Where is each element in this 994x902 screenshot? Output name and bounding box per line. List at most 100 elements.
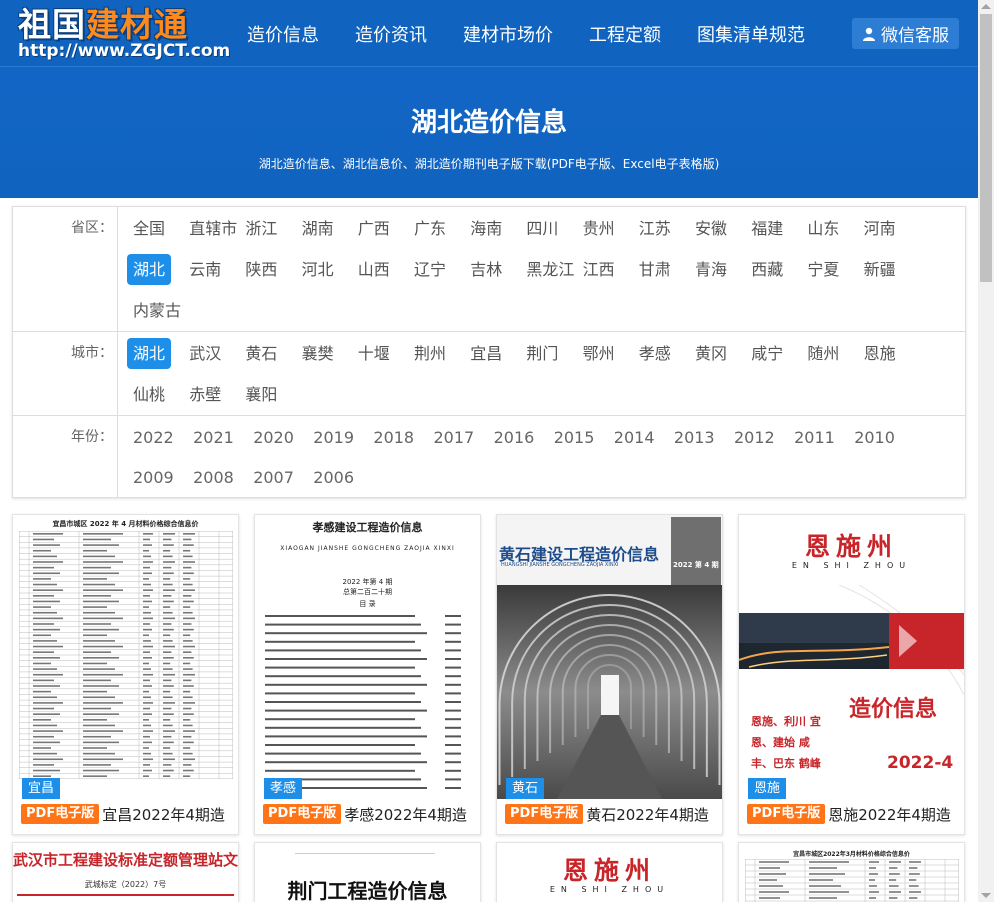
- province-option-6[interactable]: 海南: [464, 213, 508, 244]
- logo-url: http://www.ZGJCT.com: [18, 41, 231, 61]
- publication-card-jingmen[interactable]: 荆门工程造价信息: [254, 842, 481, 902]
- province-option-21[interactable]: 黑龙江: [520, 254, 580, 285]
- city-option-15[interactable]: 赤壁: [183, 379, 227, 410]
- scrollbar-thumb[interactable]: [980, 14, 992, 282]
- site-logo[interactable]: 祖国建材通 http://www.ZGJCT.com: [18, 6, 231, 62]
- cover-thumbnail[interactable]: 黄石建设工程造价信息 HUANGSHI JIANSHE GONGCHENG ZA…: [497, 515, 722, 799]
- card-title[interactable]: 恩施2022年4期造: [828, 804, 951, 825]
- province-option-8[interactable]: 贵州: [577, 213, 621, 244]
- province-option-1[interactable]: 直辖市: [183, 213, 243, 244]
- year-option-1[interactable]: 2021: [187, 422, 240, 453]
- province-option-24[interactable]: 青海: [689, 254, 733, 285]
- nav-item-cost-news[interactable]: 造价资讯: [355, 21, 427, 47]
- year-option-5[interactable]: 2017: [428, 422, 481, 453]
- city-option-4[interactable]: 十堰: [352, 338, 396, 369]
- city-option-1[interactable]: 武汉: [183, 338, 227, 369]
- arcade-corridor-image: [497, 585, 722, 799]
- card-title[interactable]: 黄石2022年4期造: [586, 804, 709, 825]
- year-option-13[interactable]: 2009: [127, 462, 180, 493]
- year-option-0[interactable]: 2022: [127, 422, 180, 453]
- province-option-22[interactable]: 江西: [577, 254, 621, 285]
- province-option-7[interactable]: 四川: [520, 213, 564, 244]
- province-option-0[interactable]: 全国: [127, 213, 171, 244]
- doc-subtitle: 武城标定（2022）7号: [84, 880, 167, 889]
- province-option-10[interactable]: 安徽: [689, 213, 733, 244]
- year-option-16[interactable]: 2006: [307, 462, 360, 493]
- province-option-14[interactable]: 湖北: [127, 254, 172, 285]
- card-caption[interactable]: PDF电子版 孝感2022年4期造: [263, 803, 479, 825]
- year-option-2[interactable]: 2020: [247, 422, 300, 453]
- nav-item-atlas[interactable]: 图集清单规范: [697, 21, 805, 47]
- publication-card-enshi[interactable]: 恩施州 EN SHI ZHOU 造价信息 恩施、利川 宜恩、建始 咸丰、巴东 鹤…: [738, 514, 965, 835]
- year-option-15[interactable]: 2007: [247, 462, 300, 493]
- province-option-27[interactable]: 新疆: [858, 254, 902, 285]
- page-subtitle: 湖北造价信息、湖北信息价、湖北造价期刊电子版下载(PDF电子版、Excel电子表…: [258, 157, 720, 171]
- nav-item-cost-info[interactable]: 造价信息: [247, 21, 319, 47]
- province-option-28[interactable]: 内蒙古: [127, 295, 187, 326]
- year-option-8[interactable]: 2014: [608, 422, 661, 453]
- page: 祖国建材通 http://www.ZGJCT.com 造价信息 造价资讯 建材市…: [0, 0, 978, 902]
- province-option-3[interactable]: 湖南: [296, 213, 340, 244]
- province-option-5[interactable]: 广东: [408, 213, 452, 244]
- province-option-4[interactable]: 广西: [352, 213, 396, 244]
- city-option-8[interactable]: 鄂州: [577, 338, 621, 369]
- year-option-3[interactable]: 2019: [307, 422, 360, 453]
- publication-card-wuhan[interactable]: 武汉市工程建设标准定额管理站文件 武城标定（2022）7号: [12, 842, 239, 902]
- city-option-2[interactable]: 黄石: [239, 338, 283, 369]
- city-option-14[interactable]: 仙桃: [127, 379, 171, 410]
- scroll-down-arrow-icon[interactable]: [981, 893, 991, 898]
- city-option-3[interactable]: 襄樊: [296, 338, 340, 369]
- city-option-13[interactable]: 恩施: [858, 338, 902, 369]
- province-option-20[interactable]: 吉林: [464, 254, 508, 285]
- card-caption[interactable]: PDF电子版 恩施2022年4期造: [747, 803, 963, 825]
- publication-card-yichang-2[interactable]: 宜昌市城区2022年3月材料价格综合信息价: [738, 842, 965, 902]
- nav-item-material-price[interactable]: 建材市场价: [463, 21, 553, 47]
- city-option-6[interactable]: 宜昌: [464, 338, 508, 369]
- province-option-12[interactable]: 山东: [801, 213, 845, 244]
- year-option-4[interactable]: 2018: [367, 422, 420, 453]
- publication-card-huangshi[interactable]: 黄石建设工程造价信息 HUANGSHI JIANSHE GONGCHENG ZA…: [496, 514, 723, 835]
- cover-thumbnail[interactable]: 宜昌市城区 2022 年 4 月材料价格综合信息价: [13, 515, 238, 799]
- year-option-6[interactable]: 2016: [488, 422, 541, 453]
- province-option-11[interactable]: 福建: [745, 213, 789, 244]
- card-title[interactable]: 孝感2022年4期造: [344, 804, 467, 825]
- nav-item-quota[interactable]: 工程定额: [589, 21, 661, 47]
- city-option-12[interactable]: 随州: [801, 338, 845, 369]
- wechat-service-button[interactable]: 微信客服: [852, 18, 959, 49]
- province-option-13[interactable]: 河南: [858, 213, 902, 244]
- province-option-23[interactable]: 甘肃: [633, 254, 677, 285]
- city-option-9[interactable]: 孝感: [633, 338, 677, 369]
- year-option-11[interactable]: 2011: [788, 422, 841, 453]
- province-label: 省区：: [13, 207, 118, 331]
- year-option-9[interactable]: 2013: [668, 422, 721, 453]
- vertical-scrollbar[interactable]: [978, 0, 994, 902]
- city-option-10[interactable]: 黄冈: [689, 338, 733, 369]
- city-option-11[interactable]: 咸宁: [745, 338, 789, 369]
- scroll-up-arrow-icon[interactable]: [981, 4, 991, 9]
- publication-card-yichang[interactable]: 宜昌市城区 2022 年 4 月材料价格综合信息价 宜昌 PDF电子版 宜昌20…: [12, 514, 239, 835]
- publication-card-xiaogan[interactable]: 孝感建设工程造价信息 XIAOGAN JIANSHE GONGCHENG ZAO…: [254, 514, 481, 835]
- card-caption[interactable]: PDF电子版 黄石2022年4期造: [505, 803, 721, 825]
- province-option-17[interactable]: 河北: [296, 254, 340, 285]
- province-option-19[interactable]: 辽宁: [408, 254, 452, 285]
- city-option-7[interactable]: 荆门: [520, 338, 564, 369]
- province-option-18[interactable]: 山西: [352, 254, 396, 285]
- province-option-16[interactable]: 陕西: [239, 254, 283, 285]
- cover-thumbnail[interactable]: 孝感建设工程造价信息 XIAOGAN JIANSHE GONGCHENG ZAO…: [255, 515, 480, 799]
- city-option-16[interactable]: 襄阳: [239, 379, 283, 410]
- publication-card-enshi-2[interactable]: 恩施州 EN SHI ZHOU: [496, 842, 723, 902]
- year-option-10[interactable]: 2012: [728, 422, 781, 453]
- year-option-12[interactable]: 2010: [848, 422, 901, 453]
- city-option-5[interactable]: 荆州: [408, 338, 452, 369]
- province-option-2[interactable]: 浙江: [239, 213, 283, 244]
- province-option-25[interactable]: 西藏: [745, 254, 789, 285]
- city-option-0[interactable]: 湖北: [127, 338, 172, 369]
- year-option-14[interactable]: 2008: [187, 462, 240, 493]
- province-option-15[interactable]: 云南: [183, 254, 227, 285]
- cover-thumbnail[interactable]: 恩施州 EN SHI ZHOU 造价信息 恩施、利川 宜恩、建始 咸丰、巴东 鹤…: [739, 515, 964, 799]
- year-option-7[interactable]: 2015: [548, 422, 601, 453]
- card-caption[interactable]: PDF电子版 宜昌2022年4期造: [21, 803, 237, 825]
- card-title[interactable]: 宜昌2022年4期造: [102, 804, 225, 825]
- province-option-9[interactable]: 江苏: [633, 213, 677, 244]
- province-option-26[interactable]: 宁夏: [801, 254, 845, 285]
